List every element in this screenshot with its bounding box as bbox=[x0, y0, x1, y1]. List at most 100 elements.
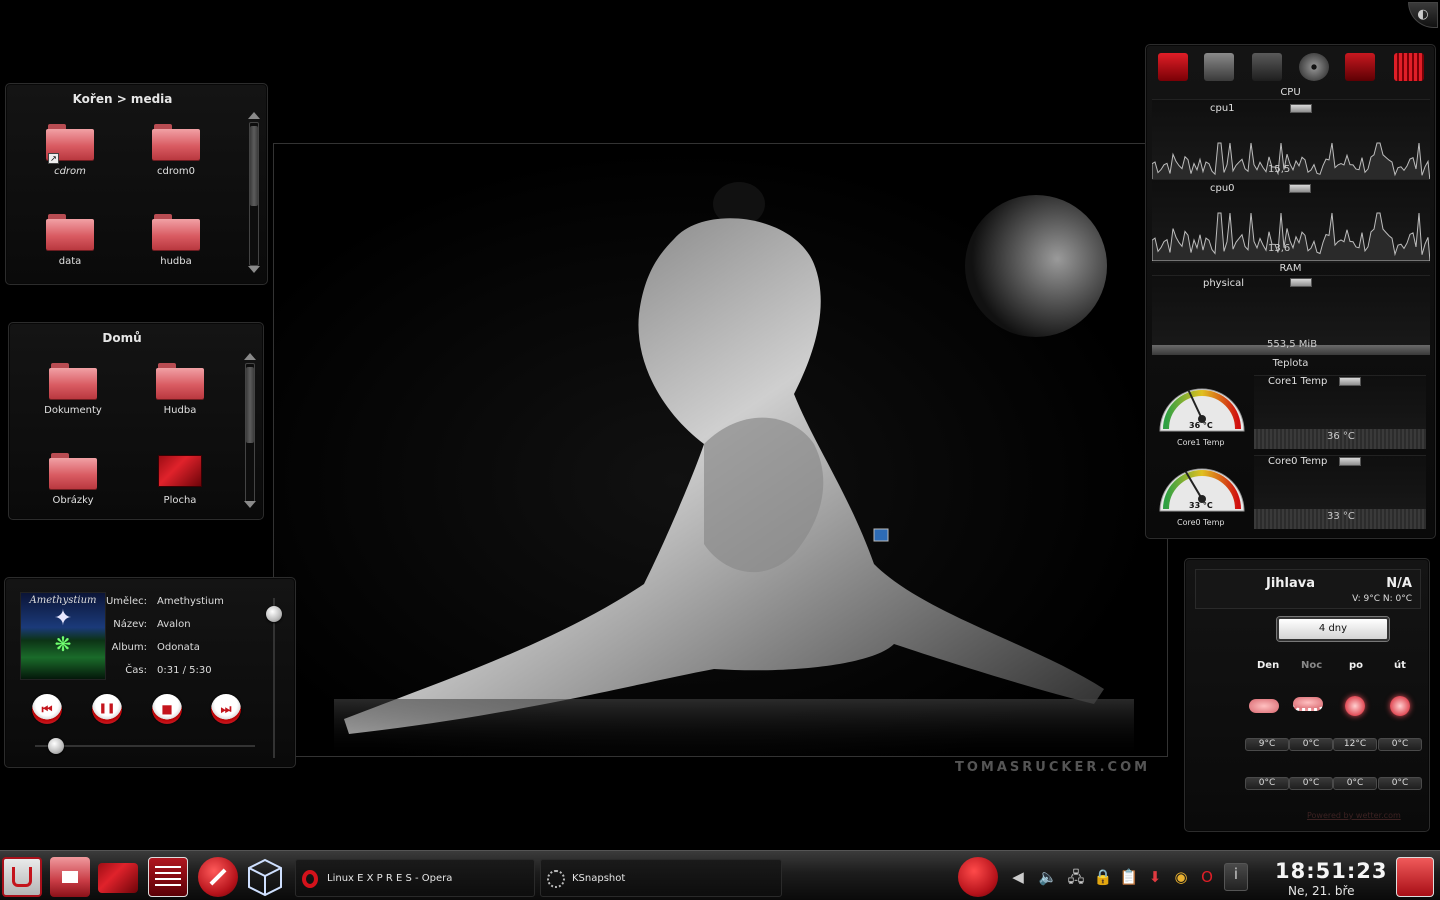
ram-physical-label: physical bbox=[1203, 278, 1244, 289]
virtualbox-icon[interactable] bbox=[245, 857, 285, 897]
ram-section-title: RAM bbox=[1279, 263, 1302, 274]
core1-temp-bar bbox=[1339, 377, 1361, 386]
leaf-icon: ❋ bbox=[54, 632, 72, 656]
sun-icon bbox=[1345, 696, 1365, 716]
usb-device-icon[interactable] bbox=[1396, 857, 1434, 897]
desktop-toolbox-icon[interactable]: ◐ bbox=[1408, 2, 1438, 28]
optical-disc-icon bbox=[1299, 53, 1329, 81]
volume-track[interactable] bbox=[273, 598, 275, 758]
clock-date[interactable]: Ne, 21. bře bbox=[1288, 884, 1355, 898]
forecast-col-den: Den bbox=[1257, 660, 1280, 671]
network-icon[interactable]: 🖧 bbox=[1066, 867, 1086, 887]
previous-button[interactable]: ⏮ bbox=[32, 694, 62, 724]
opera-tray-icon[interactable]: O bbox=[1197, 867, 1217, 887]
opera-launcher-icon[interactable] bbox=[958, 857, 998, 897]
volume-slider-handle[interactable] bbox=[266, 606, 282, 622]
artist-value: Amethystium bbox=[157, 596, 224, 607]
task-opera[interactable]: Linux E X P R E S - Opera bbox=[295, 859, 535, 897]
seek-track[interactable] bbox=[35, 745, 255, 747]
download-arrow-icon[interactable]: ⬇ bbox=[1145, 867, 1165, 887]
info-icon[interactable]: i bbox=[1224, 863, 1248, 891]
scrollbar[interactable] bbox=[243, 353, 256, 513]
hard-disk-icon bbox=[1204, 53, 1234, 81]
sun-icon bbox=[1390, 696, 1410, 716]
forecast-temp-po: 12°C bbox=[1333, 738, 1377, 751]
time-label: Čas: bbox=[125, 665, 147, 676]
task-ksnapshot[interactable]: KSnapshot bbox=[540, 859, 782, 897]
volume-icon[interactable]: 🔈 bbox=[1038, 867, 1058, 887]
folder-item-cdrom[interactable]: ↗ cdrom bbox=[30, 124, 110, 177]
projector-icon bbox=[1252, 53, 1282, 81]
updates-icon[interactable]: ◉ bbox=[1171, 867, 1191, 887]
cpu1-usage-bar bbox=[1290, 104, 1312, 113]
home-folder-icon[interactable] bbox=[50, 857, 90, 897]
cpu1-sparkline bbox=[1152, 142, 1430, 181]
network-card-icon bbox=[1158, 53, 1188, 81]
clipboard-icon[interactable]: 📋 bbox=[1119, 867, 1139, 887]
folder-icon bbox=[152, 214, 200, 250]
weather-city: Jihlava bbox=[1266, 576, 1316, 591]
artist-label: Umělec: bbox=[105, 596, 147, 607]
mint-menu-icon[interactable] bbox=[2, 857, 42, 897]
pause-button[interactable]: ❚❚ bbox=[92, 694, 122, 724]
scroll-up-arrow-icon[interactable] bbox=[248, 112, 260, 119]
tray-collapse-arrow-icon[interactable]: ◀ bbox=[1008, 867, 1028, 887]
folder-label: cdrom0 bbox=[157, 166, 195, 177]
folder-label: Obrázky bbox=[52, 495, 94, 506]
forecast-days-button[interactable]: 4 dny bbox=[1277, 617, 1389, 641]
core0-temp-value: 33 °C bbox=[1327, 511, 1355, 522]
core1-gauge-label: Core1 Temp bbox=[1177, 438, 1225, 447]
weather-header: Jihlava N/A V: 9°C N: 0°C bbox=[1195, 569, 1421, 609]
cpu1-value: 15,5 bbox=[1268, 164, 1291, 175]
graphics-card-icon bbox=[1345, 53, 1375, 81]
stop-icon: ■ bbox=[161, 702, 173, 716]
next-button[interactable]: ⏭ bbox=[211, 694, 241, 724]
scroll-thumb[interactable] bbox=[250, 126, 258, 206]
folder-item-cdrom0[interactable]: cdrom0 bbox=[136, 124, 216, 177]
forecast-col-ut: út bbox=[1394, 660, 1406, 671]
clock-time[interactable]: 18:51:23 bbox=[1275, 859, 1387, 883]
folder-item-plocha[interactable]: Plocha bbox=[140, 455, 220, 506]
powered-by-link[interactable]: Powered by wetter.com bbox=[1307, 811, 1401, 820]
system-settings-icon[interactable] bbox=[148, 857, 188, 897]
lock-icon[interactable]: 🔒 bbox=[1093, 867, 1113, 887]
weather-hi-lo: V: 9°C N: 0°C bbox=[1352, 594, 1412, 604]
folder-icon: ↗ bbox=[46, 124, 94, 164]
cpu-chip-icon bbox=[1394, 53, 1424, 81]
desktop-launcher-icon[interactable] bbox=[98, 863, 138, 893]
folder-item-dokumenty[interactable]: Dokumenty bbox=[33, 363, 113, 416]
desktop-drive-icon[interactable] bbox=[873, 528, 889, 542]
folder-item-obrazky[interactable]: Obrázky bbox=[33, 453, 113, 506]
stop-button[interactable]: ■ bbox=[152, 694, 182, 724]
scroll-down-arrow-icon[interactable] bbox=[248, 266, 260, 273]
forecast-low-den: 0°C bbox=[1245, 777, 1289, 790]
folder-item-hudba[interactable]: hudba bbox=[136, 214, 216, 267]
cpu0-usage-bar bbox=[1289, 184, 1311, 193]
cloud-icon bbox=[1249, 699, 1279, 713]
folder-view-title: Domů bbox=[102, 331, 142, 345]
core1-temp-label: Core1 Temp bbox=[1268, 376, 1328, 387]
album-label: Album: bbox=[111, 642, 147, 653]
task-label: Linux E X P R E S - Opera bbox=[327, 873, 453, 884]
wallpaper-figure-image bbox=[334, 182, 1134, 756]
scrollbar[interactable] bbox=[247, 112, 260, 276]
folder-item-hudba[interactable]: Hudba bbox=[140, 363, 220, 416]
scroll-down-arrow-icon[interactable] bbox=[244, 501, 256, 508]
cpu1-label: cpu1 bbox=[1210, 103, 1235, 114]
scroll-up-arrow-icon[interactable] bbox=[244, 353, 256, 360]
scroll-thumb[interactable] bbox=[246, 367, 254, 443]
forecast-col-noc: Noc bbox=[1301, 660, 1323, 671]
wrench-tool-icon[interactable] bbox=[198, 857, 238, 897]
weather-widget: Jihlava N/A V: 9°C N: 0°C 4 dny Den Noc … bbox=[1184, 558, 1430, 832]
album-value: Odonata bbox=[157, 642, 200, 653]
next-icon: ⏭ bbox=[220, 702, 232, 716]
folder-icon bbox=[156, 363, 204, 399]
folder-item-data[interactable]: data bbox=[30, 214, 110, 267]
folder-view-title: Kořen > media bbox=[72, 92, 173, 106]
folder-label: hudba bbox=[160, 256, 192, 267]
seek-slider-handle[interactable] bbox=[47, 738, 64, 754]
cpu0-sparkline bbox=[1152, 212, 1430, 261]
title-value: Avalon bbox=[157, 619, 191, 630]
folder-label: Plocha bbox=[163, 495, 197, 506]
link-badge-icon: ↗ bbox=[48, 153, 59, 164]
